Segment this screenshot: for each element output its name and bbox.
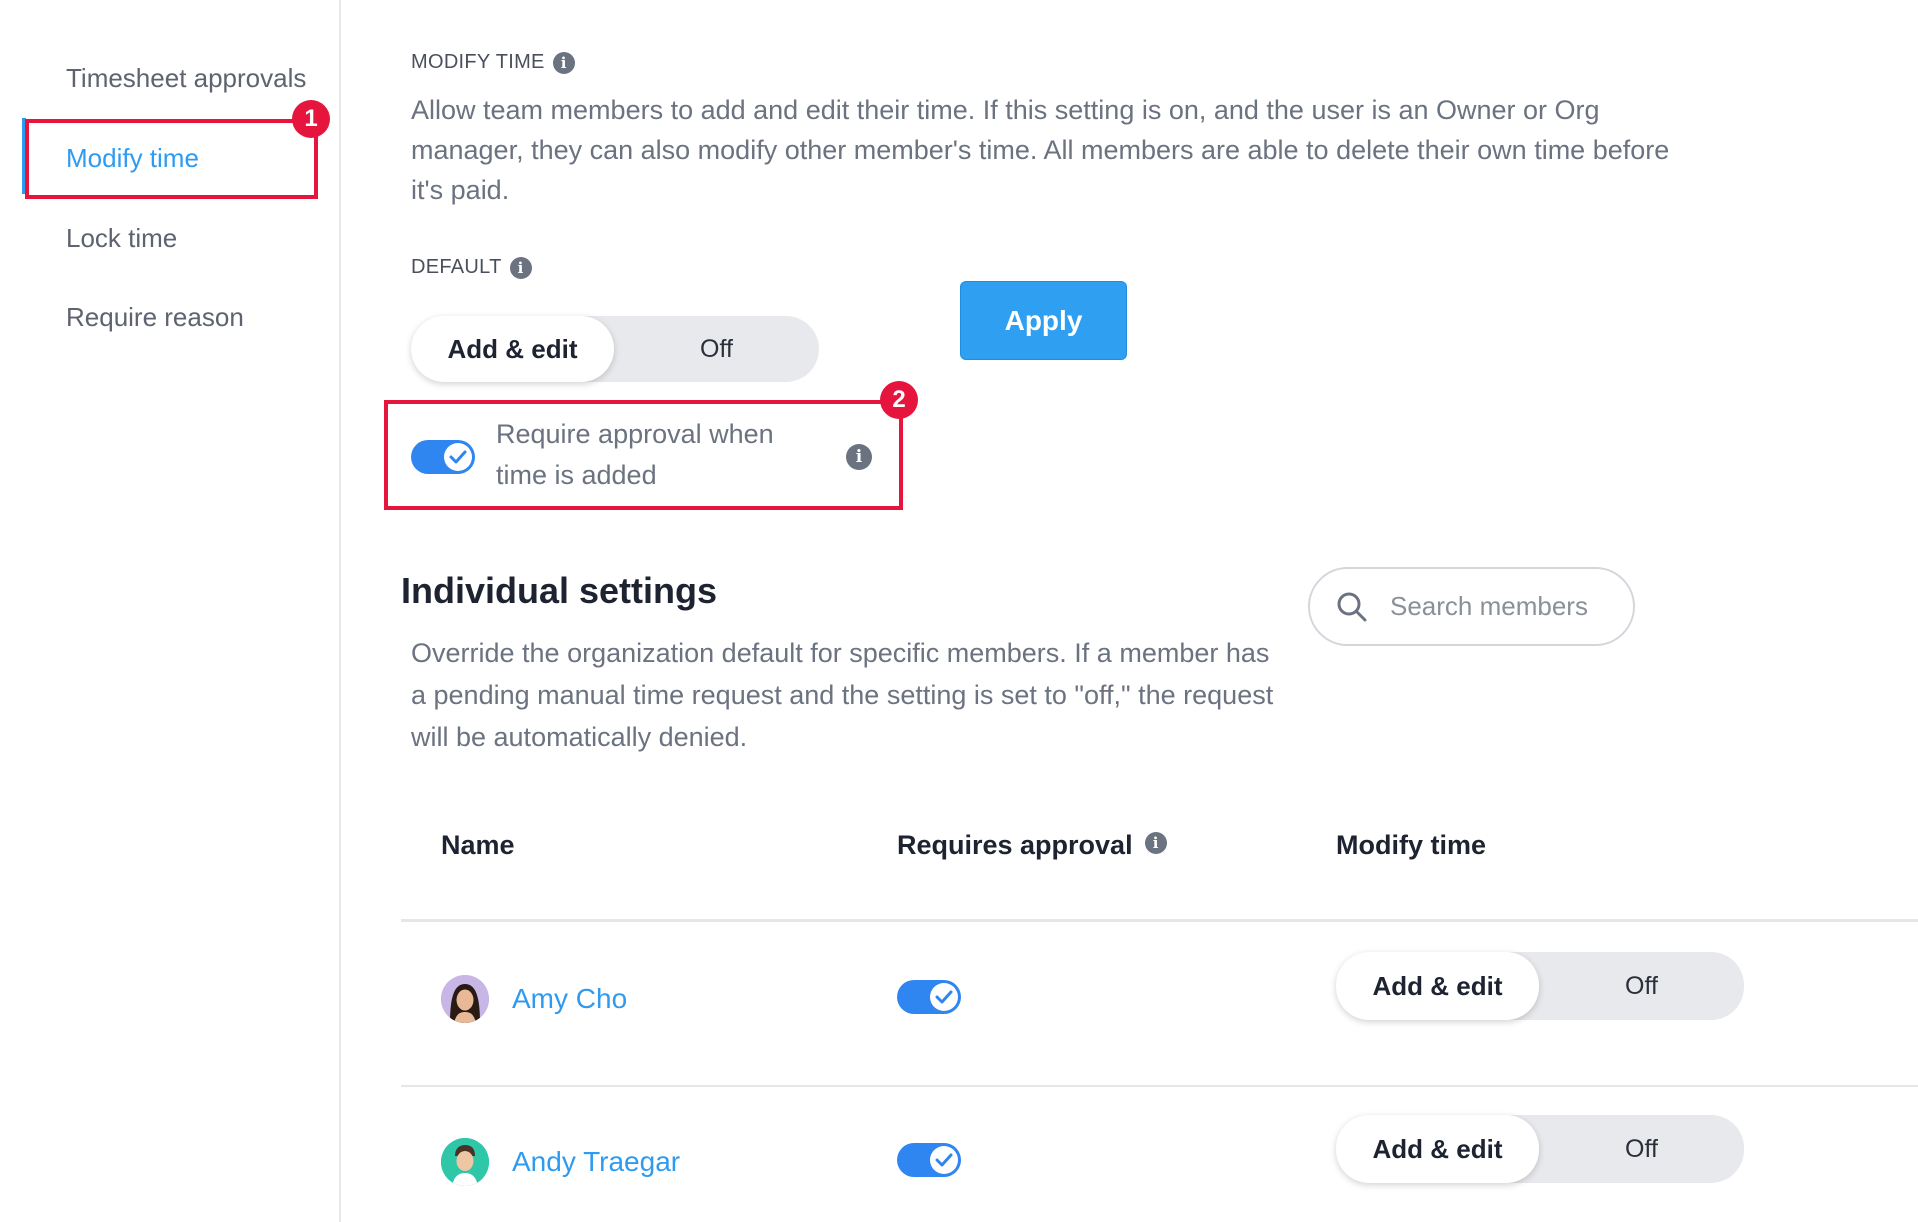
sidebar-item-require-reason[interactable]: Require reason <box>66 302 244 333</box>
row-requires-approval-toggle[interactable] <box>897 1143 961 1177</box>
modify-time-description: Allow team members to add and edit their… <box>411 95 1670 205</box>
info-icon[interactable]: i <box>509 256 532 279</box>
column-header-requires-approval: Requires approval i <box>897 830 1167 861</box>
column-header-modify-time: Modify time <box>1336 830 1487 860</box>
option-off[interactable]: Off <box>1539 1115 1744 1183</box>
requires-approval-header-label: Requires approval <box>897 830 1133 860</box>
apply-button[interactable]: Apply <box>960 281 1127 360</box>
modify-time-section-label: MODIFY TIME i <box>411 51 575 74</box>
sidebar-item-timesheet-approvals[interactable]: Timesheet approvals <box>66 63 306 94</box>
modify-time-title: MODIFY TIME <box>411 51 545 73</box>
info-icon[interactable]: i <box>1144 831 1167 854</box>
annotation-badge-1: 1 <box>292 100 330 138</box>
avatar-image <box>441 1138 489 1186</box>
info-icon[interactable]: i <box>552 51 575 74</box>
option-add-edit[interactable]: Add & edit <box>411 316 614 382</box>
member-name-link[interactable]: Andy Traegar <box>512 1146 680 1178</box>
option-off[interactable]: Off <box>1539 952 1744 1020</box>
column-header-name: Name <box>441 830 515 860</box>
annotation-box-1 <box>25 119 318 199</box>
table-header-divider <box>401 919 1918 922</box>
member-name-link[interactable]: Amy Cho <box>512 983 627 1015</box>
row-modify-time-segmented-control: Add & edit Off <box>1336 952 1744 1020</box>
check-icon <box>935 1153 953 1167</box>
search-input[interactable]: Search members <box>1390 569 1595 644</box>
toggle-knob <box>930 1146 958 1174</box>
sidebar-item-lock-time[interactable]: Lock time <box>66 223 177 254</box>
individual-settings-heading: Individual settings <box>401 570 718 611</box>
toggle-knob <box>930 983 958 1011</box>
avatar-image <box>441 975 489 1023</box>
table-row-divider <box>401 1085 1918 1087</box>
avatar <box>441 975 489 1023</box>
default-label: DEFAULT <box>411 256 502 278</box>
option-add-edit[interactable]: Add & edit <box>1336 952 1539 1020</box>
option-add-edit[interactable]: Add & edit <box>1336 1115 1539 1183</box>
avatar <box>441 1138 489 1186</box>
default-section-label: DEFAULT i <box>411 256 532 279</box>
default-modify-segmented-control: Add & edit Off <box>411 316 819 382</box>
search-members-field[interactable]: Search members <box>1308 567 1635 646</box>
row-modify-time-segmented-control: Add & edit Off <box>1336 1115 1744 1183</box>
annotation-box-2 <box>384 400 903 510</box>
annotation-badge-2: 2 <box>880 381 918 419</box>
option-off[interactable]: Off <box>614 316 819 382</box>
search-icon <box>1337 592 1367 622</box>
individual-settings-description: Override the organization default for sp… <box>411 638 1274 752</box>
row-requires-approval-toggle[interactable] <box>897 980 961 1014</box>
check-icon <box>935 990 953 1004</box>
